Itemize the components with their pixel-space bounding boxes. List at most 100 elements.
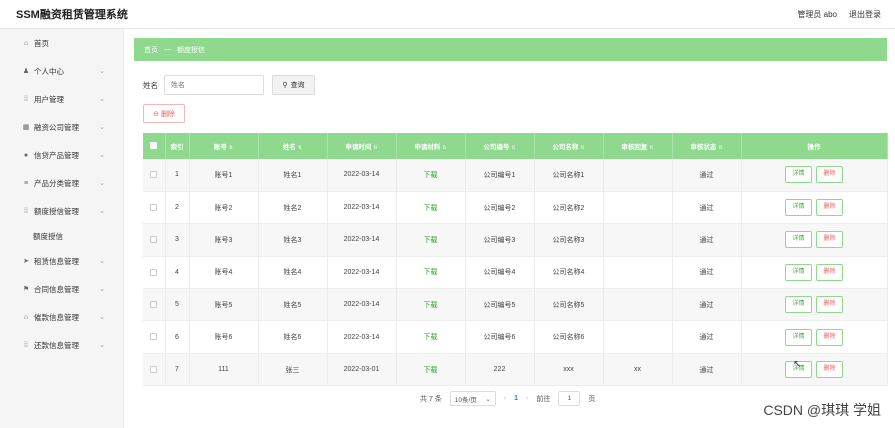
- sidebar-item[interactable]: ♟ 个人中心 ⌄: [0, 57, 123, 85]
- sidebar-item-label: 信贷产品管理: [34, 150, 79, 160]
- chevron-down-icon: ⌄: [99, 68, 105, 75]
- cell-account: 账号5: [189, 288, 259, 322]
- cell-actions: 详情 删除: [741, 353, 888, 387]
- cell-company-name: 公司名称3: [534, 223, 604, 257]
- row-checkbox[interactable]: [143, 223, 166, 257]
- detail-button[interactable]: 详情: [785, 199, 812, 217]
- detail-button[interactable]: 详情: [785, 231, 812, 249]
- cell-material[interactable]: 下载: [396, 256, 466, 290]
- sort-icon[interactable]: ⇅: [442, 145, 446, 151]
- sidebar-item[interactable]: ⁞⁞ 额度授信管理 ⌄: [0, 197, 123, 225]
- cell-company-no: 公司编号4: [465, 256, 535, 290]
- cell-reply: [603, 159, 673, 192]
- page-number-current[interactable]: 1: [514, 395, 518, 402]
- column-header[interactable]: 申请材料 ⇅: [396, 133, 466, 159]
- cell-actions: 详情 删除: [741, 191, 888, 225]
- delete-button[interactable]: 删除: [816, 361, 843, 379]
- sidebar-item[interactable]: ➤ 租赁信息管理 ⌄: [0, 247, 123, 275]
- sidebar: ⌂ 首页 ♟ 个人中心 ⌄ ⁞⁞ 用户管理 ⌄ ▦ 融资公司管理 ⌄ ● 信贷产品管理 ⌄ ≡ 产品分类管理 ⌄…: [0, 29, 124, 428]
- delete-button[interactable]: 删除: [816, 166, 843, 184]
- search-button[interactable]: ⚲ 查询: [272, 75, 315, 95]
- row-checkbox[interactable]: [143, 288, 166, 322]
- goto-page-input[interactable]: 1: [558, 391, 581, 406]
- column-header[interactable]: 申请时间 ⇅: [327, 133, 397, 159]
- chevron-down-icon: ⌄: [99, 124, 105, 131]
- sort-icon[interactable]: ⇅: [649, 145, 653, 151]
- row-checkbox[interactable]: [143, 353, 166, 387]
- logout-link[interactable]: 退出登录: [849, 9, 881, 20]
- cell-name: 姓名6: [258, 320, 328, 354]
- watermark: CSDN @琪琪 学姐: [763, 402, 881, 418]
- sidebar-item-label: 还款信息管理: [34, 340, 79, 350]
- chevron-down-icon: ⌄: [99, 286, 105, 293]
- sidebar-item-label: 租赁信息管理: [34, 256, 79, 266]
- cell-actions: 详情 删除: [741, 288, 888, 322]
- app-title: SSM融资租赁管理系统: [16, 9, 128, 21]
- sidebar-item-label: 首页: [34, 38, 49, 48]
- sidebar-item[interactable]: ⁞⁞ 还款信息管理 ⌄: [0, 331, 123, 359]
- sort-icon[interactable]: ⇅: [580, 145, 584, 151]
- grid-icon: ⁞⁞: [24, 207, 28, 215]
- cell-material[interactable]: 下载: [396, 353, 466, 387]
- detail-button[interactable]: 详情: [785, 328, 812, 346]
- next-page-button[interactable]: ›: [526, 395, 528, 402]
- cell-index: 7: [165, 353, 190, 387]
- cell-company-no: 公司编号5: [465, 288, 535, 322]
- sort-icon[interactable]: ⇅: [718, 145, 722, 151]
- cell-material[interactable]: 下载: [396, 159, 466, 192]
- cell-time: 2022-03-14: [327, 191, 397, 225]
- column-header[interactable]: 公司编号 ⇅: [465, 133, 535, 159]
- sidebar-item[interactable]: ⌂ 催款信息管理 ⌄: [0, 303, 123, 331]
- detail-button[interactable]: 详情: [785, 166, 812, 184]
- chevron-down-icon: ⌄: [99, 96, 105, 103]
- delete-button[interactable]: 删除: [816, 199, 843, 217]
- sort-icon[interactable]: ⇅: [298, 145, 302, 151]
- sidebar-item[interactable]: ≡ 产品分类管理 ⌄: [0, 169, 123, 197]
- chevron-down-icon: ⌄: [99, 180, 105, 187]
- sort-icon[interactable]: ⇅: [373, 145, 377, 151]
- delete-button[interactable]: 删除: [816, 296, 843, 314]
- column-header[interactable]: 审核状态 ⇅: [672, 133, 742, 159]
- column-header[interactable]: 审核回复 ⇅: [603, 133, 673, 159]
- cell-material[interactable]: 下载: [396, 223, 466, 257]
- row-checkbox[interactable]: [143, 256, 166, 290]
- sidebar-subitem[interactable]: 额度授信: [0, 225, 123, 247]
- sidebar-item[interactable]: ● 信贷产品管理 ⌄: [0, 141, 123, 169]
- row-checkbox[interactable]: [143, 159, 166, 192]
- column-header[interactable]: 索引: [165, 133, 190, 159]
- cell-material[interactable]: 下载: [396, 320, 466, 354]
- cell-time: 2022-03-14: [327, 159, 397, 192]
- sort-icon[interactable]: ⇅: [229, 145, 233, 151]
- cell-material[interactable]: 下载: [396, 288, 466, 322]
- current-user: 管理员 abo: [797, 9, 837, 19]
- table-header-row: 索引 账号 ⇅ 姓名 ⇅ 申请时间 ⇅ 申请材料 ⇅ 公司编号 ⇅ 公司名称 ⇅ 审核回复 ⇅ 审核状态 ⇅ 操作: [143, 133, 888, 159]
- breadcrumb-home[interactable]: 首页: [144, 45, 158, 55]
- sidebar-item[interactable]: ⁞⁞ 用户管理 ⌄: [0, 85, 123, 113]
- row-checkbox[interactable]: [143, 191, 166, 225]
- building-icon: ▦: [22, 124, 30, 131]
- page-size-select[interactable]: 10条/页 ⌄: [449, 391, 496, 406]
- column-header[interactable]: 账号 ⇅: [189, 133, 259, 159]
- row-checkbox[interactable]: [143, 320, 166, 354]
- search-input[interactable]: [164, 75, 264, 95]
- sidebar-item[interactable]: ⚑ 合同信息管理 ⌄: [0, 275, 123, 303]
- column-header[interactable]: 公司名称 ⇅: [534, 133, 604, 159]
- delete-button[interactable]: 删除: [816, 263, 843, 281]
- detail-button[interactable]: 详情: [785, 296, 812, 314]
- sidebar-item[interactable]: ▦ 融资公司管理 ⌄: [0, 113, 123, 141]
- cell-company-name: 公司名称6: [534, 320, 604, 354]
- sort-icon[interactable]: ⇅: [511, 145, 515, 151]
- detail-button[interactable]: 详情: [785, 263, 812, 281]
- column-header[interactable]: 操作: [741, 133, 888, 159]
- table-row: 7 111 张三 2022-03-01 下载 222 xxx xx 通过 详情 删除: [143, 353, 888, 387]
- delete-button[interactable]: 删除: [816, 231, 843, 249]
- delete-button[interactable]: 删除: [816, 328, 843, 346]
- cell-time: 2022-03-01: [327, 353, 397, 387]
- sidebar-item[interactable]: ⌂ 首页: [0, 29, 123, 57]
- column-header[interactable]: 姓名 ⇅: [258, 133, 328, 159]
- cell-company-name: 公司名称2: [534, 191, 604, 225]
- bulk-delete-button[interactable]: ⊖ 删除: [143, 104, 185, 123]
- cell-material[interactable]: 下载: [396, 191, 466, 225]
- select-all-checkbox[interactable]: [143, 133, 166, 159]
- prev-page-button[interactable]: ‹: [504, 395, 506, 402]
